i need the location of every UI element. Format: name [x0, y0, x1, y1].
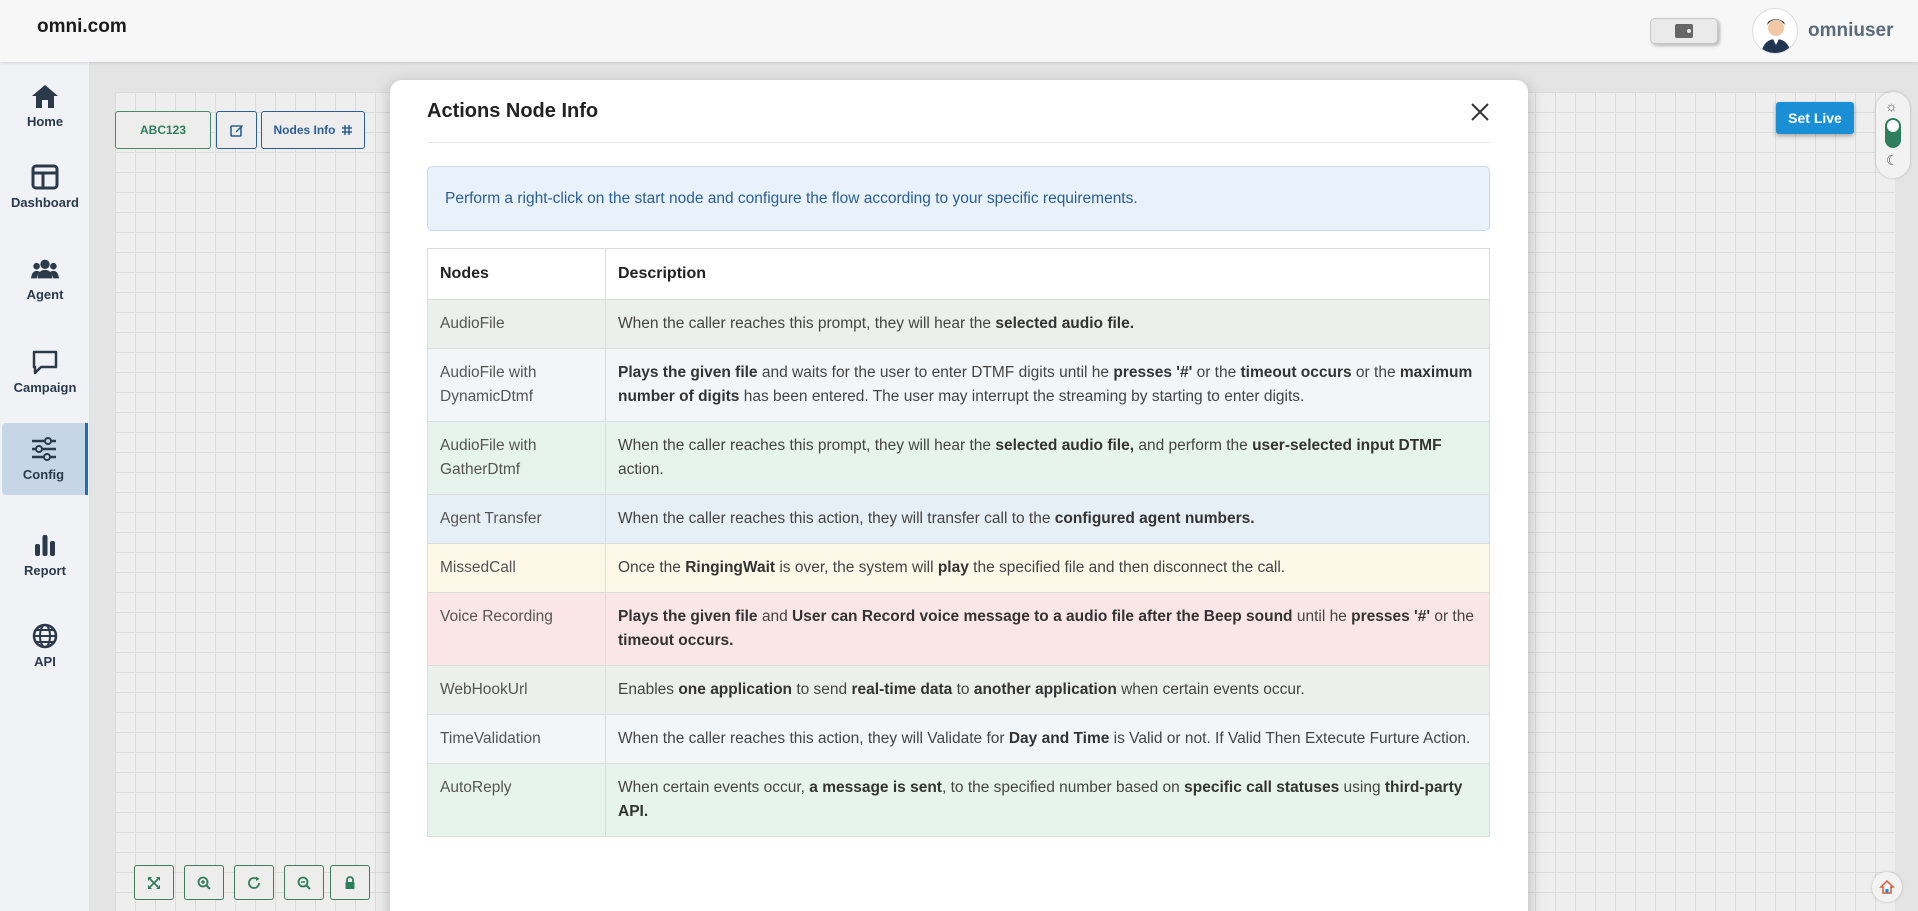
- sidebar-item-label: API: [34, 654, 56, 669]
- sidebar-item-report[interactable]: Report: [2, 519, 88, 591]
- sidebar-item-label: Campaign: [13, 380, 77, 395]
- refresh-icon: [248, 876, 260, 889]
- sidebar-item-agent[interactable]: Agent: [2, 243, 88, 315]
- node-name: WebHookUrl: [427, 665, 606, 715]
- chat-icon: [31, 349, 59, 375]
- info-alert: Perform a right-click on the start node …: [427, 166, 1490, 231]
- node-name: AudioFile with GatherDtmf: [427, 421, 606, 495]
- table-row: AudioFile When the caller reaches this p…: [427, 299, 1490, 349]
- sidebar-item-api[interactable]: API: [2, 610, 88, 682]
- node-description: Plays the given file and waits for the u…: [605, 348, 1490, 422]
- node-description: Plays the given file and User can Record…: [605, 592, 1490, 666]
- brand-logo[interactable]: omni.com: [37, 16, 127, 38]
- flow-name-button[interactable]: ABC123: [115, 111, 211, 149]
- sidebar: Home Dashboard Agent Campaign Config Rep…: [0, 62, 90, 911]
- sidebar-item-label: Home: [26, 114, 64, 129]
- reset-view-button[interactable]: [234, 865, 274, 900]
- lock-icon: [345, 875, 355, 889]
- theme-switch[interactable]: [1885, 118, 1901, 148]
- users-icon: [31, 256, 59, 282]
- avatar[interactable]: [1752, 8, 1798, 54]
- zoom-out-icon: [297, 876, 311, 890]
- edit-flow-button[interactable]: [216, 111, 257, 149]
- node-name: AutoReply: [427, 763, 606, 837]
- set-live-button[interactable]: Set Live: [1776, 102, 1854, 134]
- bar-chart-icon: [31, 532, 59, 558]
- sidebar-item-home[interactable]: Home: [2, 70, 88, 142]
- column-header-nodes: Nodes: [427, 248, 606, 300]
- info-alert-text: Perform a right-click on the start node …: [445, 189, 1138, 207]
- actions-node-info-modal: Actions Node Info Perform a right-click …: [390, 80, 1528, 911]
- home-icon: [31, 83, 59, 109]
- top-bar: omni.com omniuser: [0, 0, 1918, 62]
- table-row: Agent Transfer When the caller reaches t…: [427, 494, 1490, 544]
- table-row: Voice Recording Plays the given file and…: [427, 592, 1490, 666]
- globe-icon: [31, 623, 59, 649]
- hash-icon: [341, 125, 352, 135]
- expand-icon: [148, 876, 160, 889]
- moon-icon: ☾: [1886, 152, 1899, 168]
- nodes-table: Nodes Description AudioFile When the cal…: [427, 248, 1490, 837]
- table-row: MissedCall Once the RingingWait is over,…: [427, 543, 1490, 593]
- node-description: When the caller reaches this prompt, the…: [605, 299, 1490, 349]
- table-row: AudioFile with GatherDtmf When the calle…: [427, 421, 1490, 495]
- dashboard-icon: [31, 164, 59, 190]
- sidebar-item-config[interactable]: Config: [2, 423, 88, 495]
- node-name: AudioFile: [427, 299, 606, 349]
- table-row: TimeValidation When the caller reaches t…: [427, 714, 1490, 764]
- close-icon: [1471, 103, 1489, 121]
- wallet-button[interactable]: [1650, 18, 1718, 44]
- wallet-icon: [1675, 24, 1693, 38]
- modal-title: Actions Node Info: [427, 100, 599, 122]
- node-name: MissedCall: [427, 543, 606, 593]
- sidebar-item-campaign[interactable]: Campaign: [2, 336, 88, 408]
- zoom-in-icon: [197, 876, 211, 890]
- theme-toggle[interactable]: ☼ ☾: [1876, 92, 1910, 178]
- fit-view-button[interactable]: [134, 865, 174, 900]
- sliders-icon: [30, 436, 58, 462]
- zoom-in-button[interactable]: [184, 865, 224, 900]
- table-row: WebHookUrl Enables one application to se…: [427, 665, 1490, 715]
- node-name: TimeValidation: [427, 714, 606, 764]
- node-description: When the caller reaches this prompt, the…: [605, 421, 1490, 495]
- sidebar-item-dashboard[interactable]: Dashboard: [2, 151, 88, 223]
- home-helper-icon: [1879, 879, 1895, 894]
- node-description: Enables one application to send real-tim…: [605, 665, 1490, 715]
- modal-divider: [427, 142, 1490, 143]
- theme-switch-knob: [1887, 120, 1899, 132]
- sun-icon: ☼: [1885, 98, 1898, 114]
- close-button[interactable]: [1468, 100, 1492, 124]
- table-header-row: Nodes Description: [427, 248, 1490, 300]
- sidebar-item-label: Config: [22, 467, 65, 482]
- node-description: Once the RingingWait is over, the system…: [605, 543, 1490, 593]
- nodes-info-button[interactable]: Nodes Info: [261, 111, 365, 149]
- node-description: When the caller reaches this action, the…: [605, 494, 1490, 544]
- user-avatar-icon: [1761, 19, 1791, 53]
- zoom-out-button[interactable]: [284, 865, 324, 900]
- username[interactable]: omniuser: [1808, 20, 1894, 42]
- node-description: When certain events occur, a message is …: [605, 763, 1490, 837]
- node-name: Voice Recording: [427, 592, 606, 666]
- sidebar-item-label: Report: [24, 563, 66, 578]
- sidebar-item-label: Agent: [26, 287, 64, 302]
- edit-icon: [229, 125, 243, 137]
- table-row: AutoReply When certain events occur, a m…: [427, 763, 1490, 837]
- lock-canvas-button[interactable]: [330, 865, 370, 900]
- column-header-description: Description: [605, 248, 1490, 300]
- node-name: AudioFile with DynamicDtmf: [427, 348, 606, 422]
- helper-button[interactable]: [1872, 872, 1902, 902]
- node-description: When the caller reaches this action, the…: [605, 714, 1490, 764]
- table-row: AudioFile with DynamicDtmf Plays the giv…: [427, 348, 1490, 422]
- sidebar-item-label: Dashboard: [11, 195, 79, 210]
- nodes-info-label: Nodes Info: [273, 123, 336, 137]
- node-name: Agent Transfer: [427, 494, 606, 544]
